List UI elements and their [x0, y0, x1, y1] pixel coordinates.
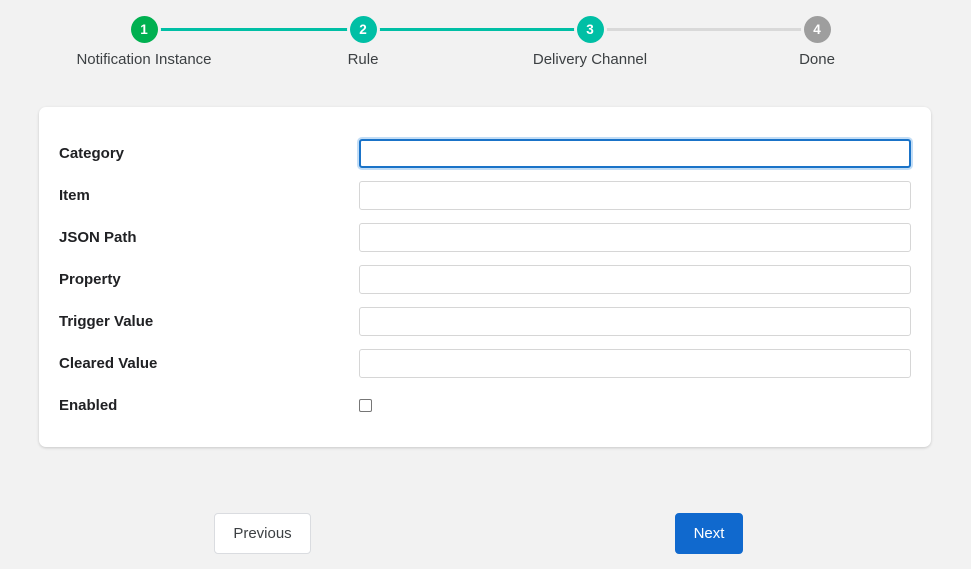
- label-item: Item: [59, 181, 90, 211]
- previous-button[interactable]: Previous: [214, 513, 311, 554]
- form-row-item: Item: [39, 181, 931, 211]
- label-property: Property: [59, 265, 121, 295]
- item-input[interactable]: [359, 181, 911, 210]
- json-path-input[interactable]: [359, 223, 911, 252]
- form-row-cleared-value: Cleared Value: [39, 349, 931, 379]
- cleared-value-input[interactable]: [359, 349, 911, 378]
- step-1-bullet: 1: [131, 16, 158, 43]
- step-4[interactable]: 4 Done: [732, 16, 902, 68]
- label-category: Category: [59, 139, 124, 169]
- step-connector-3-4: [590, 28, 817, 31]
- enabled-checkbox[interactable]: [359, 399, 372, 412]
- label-json-path: JSON Path: [59, 223, 137, 253]
- label-trigger-value: Trigger Value: [59, 307, 153, 337]
- step-2-label: Rule: [278, 51, 448, 68]
- step-3-bullet: 3: [577, 16, 604, 43]
- trigger-value-input[interactable]: [359, 307, 911, 336]
- step-1-label: Notification Instance: [59, 51, 229, 68]
- form-row-category: Category: [39, 139, 931, 169]
- step-3[interactable]: 3 Delivery Channel: [505, 16, 675, 68]
- next-button[interactable]: Next: [675, 513, 743, 554]
- label-cleared-value: Cleared Value: [59, 349, 157, 379]
- form-row-property: Property: [39, 265, 931, 295]
- step-connector-2-3: [363, 28, 590, 31]
- wizard-footer: Previous Next: [0, 513, 971, 558]
- form-row-trigger-value: Trigger Value: [39, 307, 931, 337]
- form-row-json-path: JSON Path: [39, 223, 931, 253]
- category-input[interactable]: [359, 139, 911, 168]
- step-4-label: Done: [732, 51, 902, 68]
- step-2-bullet: 2: [350, 16, 377, 43]
- step-1[interactable]: 1 Notification Instance: [59, 16, 229, 68]
- wizard-stepper: 1 Notification Instance 2 Rule 3 Delivery Cha…: [0, 0, 971, 90]
- step-2[interactable]: 2 Rule: [278, 16, 448, 68]
- step-3-label: Delivery Channel: [505, 51, 675, 68]
- label-enabled: Enabled: [59, 391, 117, 421]
- step-connector-1-2: [144, 28, 363, 31]
- rule-form-card: Category Item JSON Path Property Trigger Val…: [39, 107, 931, 447]
- property-input[interactable]: [359, 265, 911, 294]
- step-4-bullet: 4: [804, 16, 831, 43]
- form-row-enabled: Enabled: [39, 391, 931, 421]
